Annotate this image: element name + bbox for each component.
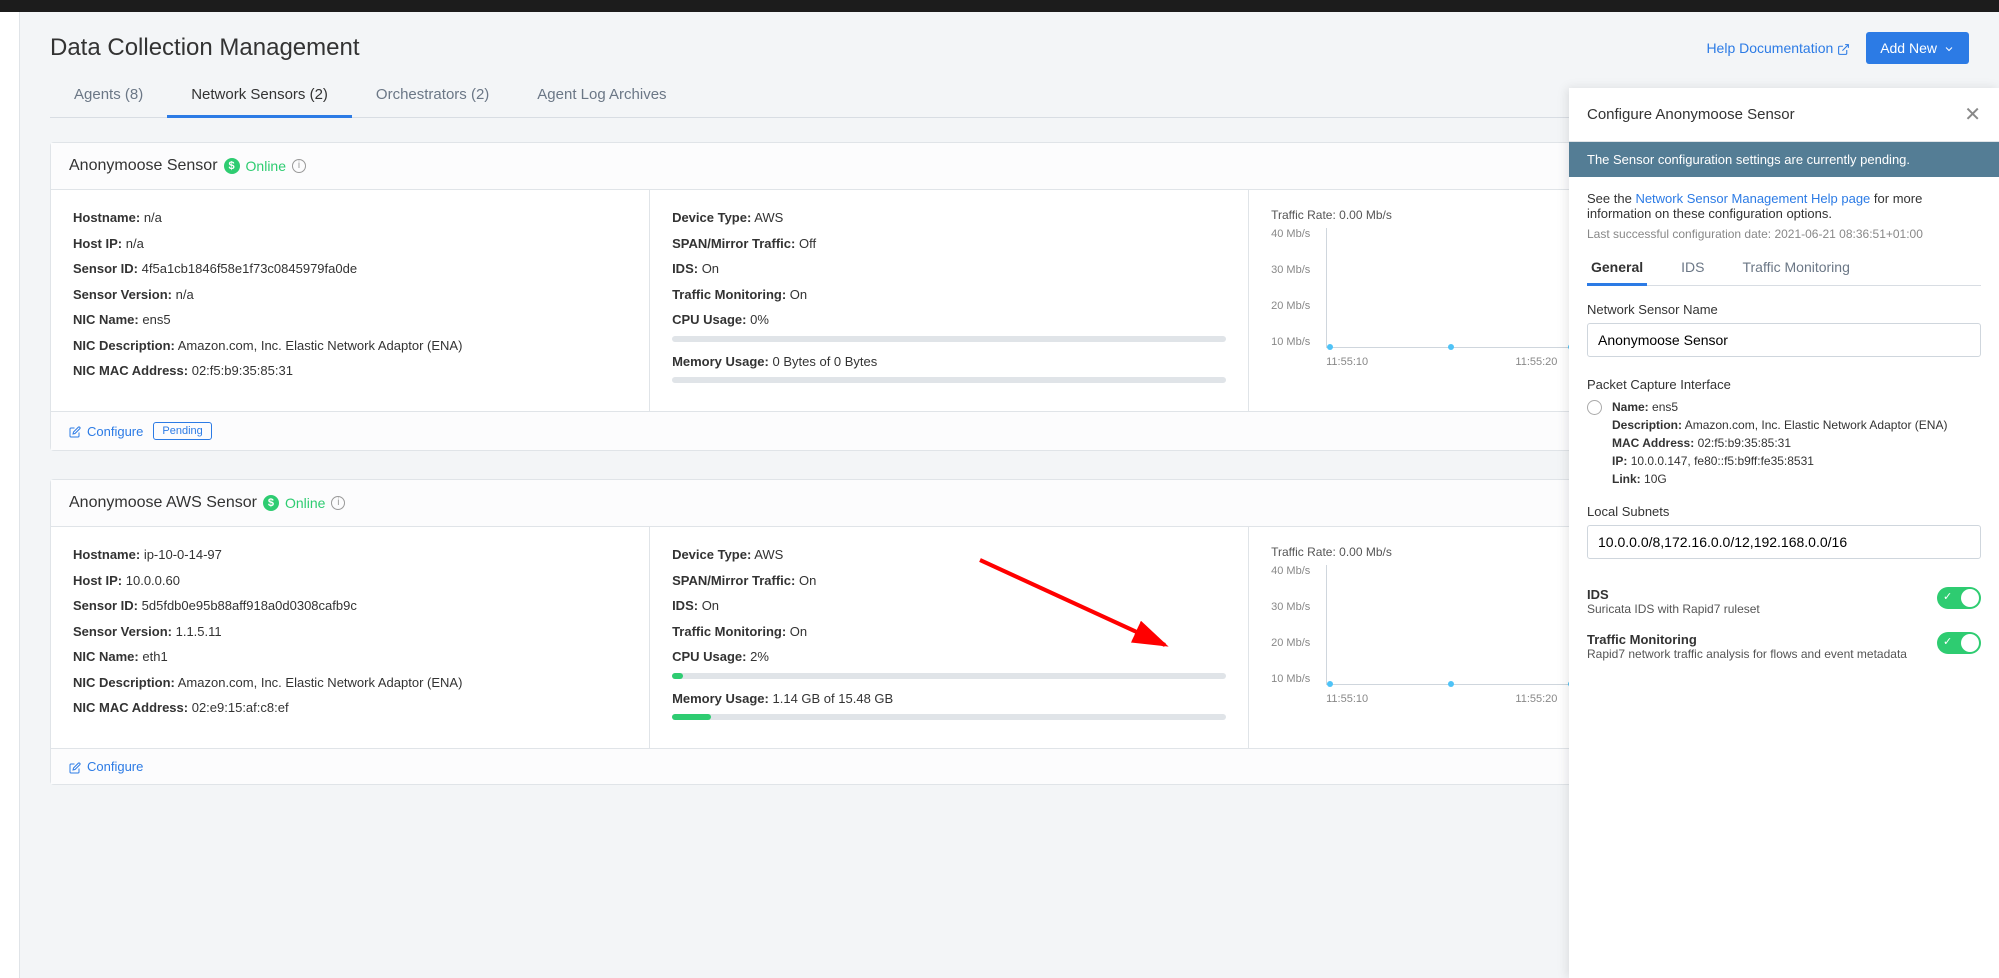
- pci-radio[interactable]: [1587, 400, 1602, 415]
- info-icon[interactable]: i: [292, 159, 306, 173]
- cpu-usage-bar: [672, 673, 1226, 679]
- sensor-name-label: Network Sensor Name: [1587, 302, 1981, 317]
- config-timestamp: Last successful configuration date: 2021…: [1587, 227, 1981, 241]
- configure-link[interactable]: Configure: [69, 759, 143, 774]
- tab-agents[interactable]: Agents (8): [50, 74, 167, 117]
- ids-toggle-label: IDS: [1587, 587, 1760, 602]
- configure-sensor-panel: Configure Anonymoose Sensor ✕ The Sensor…: [1569, 88, 1999, 978]
- ids-toggle[interactable]: [1937, 587, 1981, 609]
- top-bar: [0, 0, 1999, 12]
- traffic-monitoring-toggle[interactable]: [1937, 632, 1981, 654]
- sensor-name-input[interactable]: [1587, 323, 1981, 357]
- tab-orchestrators[interactable]: Orchestrators (2): [352, 74, 513, 117]
- add-new-button[interactable]: Add New: [1866, 32, 1969, 64]
- pencil-icon: [69, 759, 81, 774]
- pci-label: Packet Capture Interface: [1587, 377, 1981, 392]
- tm-toggle-label: Traffic Monitoring: [1587, 632, 1907, 647]
- chevron-down-icon: [1943, 40, 1955, 56]
- panel-tab-general[interactable]: General: [1587, 251, 1647, 286]
- memory-usage-bar: [672, 714, 1226, 720]
- tab-agent-log-archives[interactable]: Agent Log Archives: [513, 74, 690, 117]
- left-nav-rail[interactable]: [0, 12, 20, 978]
- close-icon[interactable]: ✕: [1964, 102, 1981, 127]
- panel-tab-traffic-monitoring[interactable]: Traffic Monitoring: [1738, 251, 1853, 285]
- info-icon[interactable]: i: [331, 496, 345, 510]
- help-page-link[interactable]: Network Sensor Management Help page: [1635, 191, 1870, 206]
- configure-link[interactable]: Configure: [69, 424, 143, 439]
- pencil-icon: [69, 424, 81, 439]
- status-icon: $: [224, 158, 240, 174]
- ids-toggle-desc: Suricata IDS with Rapid7 ruleset: [1587, 602, 1760, 616]
- memory-usage-bar: [672, 377, 1226, 383]
- subnets-input[interactable]: [1587, 525, 1981, 559]
- pending-badge: Pending: [153, 422, 211, 440]
- panel-tab-ids[interactable]: IDS: [1677, 251, 1708, 285]
- cpu-usage-bar: [672, 336, 1226, 342]
- subnets-label: Local Subnets: [1587, 504, 1981, 519]
- status-text: Online: [246, 158, 286, 174]
- status-text: Online: [285, 495, 325, 511]
- tm-toggle-desc: Rapid7 network traffic analysis for flow…: [1587, 647, 1907, 661]
- pending-banner: The Sensor configuration settings are cu…: [1569, 142, 1999, 177]
- external-link-icon: [1837, 40, 1850, 56]
- sensor-name: Anonymoose Sensor: [69, 157, 218, 175]
- status-icon: $: [263, 495, 279, 511]
- tab-network-sensors[interactable]: Network Sensors (2): [167, 74, 352, 118]
- panel-title: Configure Anonymoose Sensor: [1587, 106, 1795, 123]
- sensor-name: Anonymoose AWS Sensor: [69, 494, 257, 512]
- page-title: Data Collection Management: [50, 34, 360, 62]
- panel-help-text: See the Network Sensor Management Help p…: [1587, 191, 1981, 221]
- help-documentation-link[interactable]: Help Documentation: [1706, 40, 1850, 56]
